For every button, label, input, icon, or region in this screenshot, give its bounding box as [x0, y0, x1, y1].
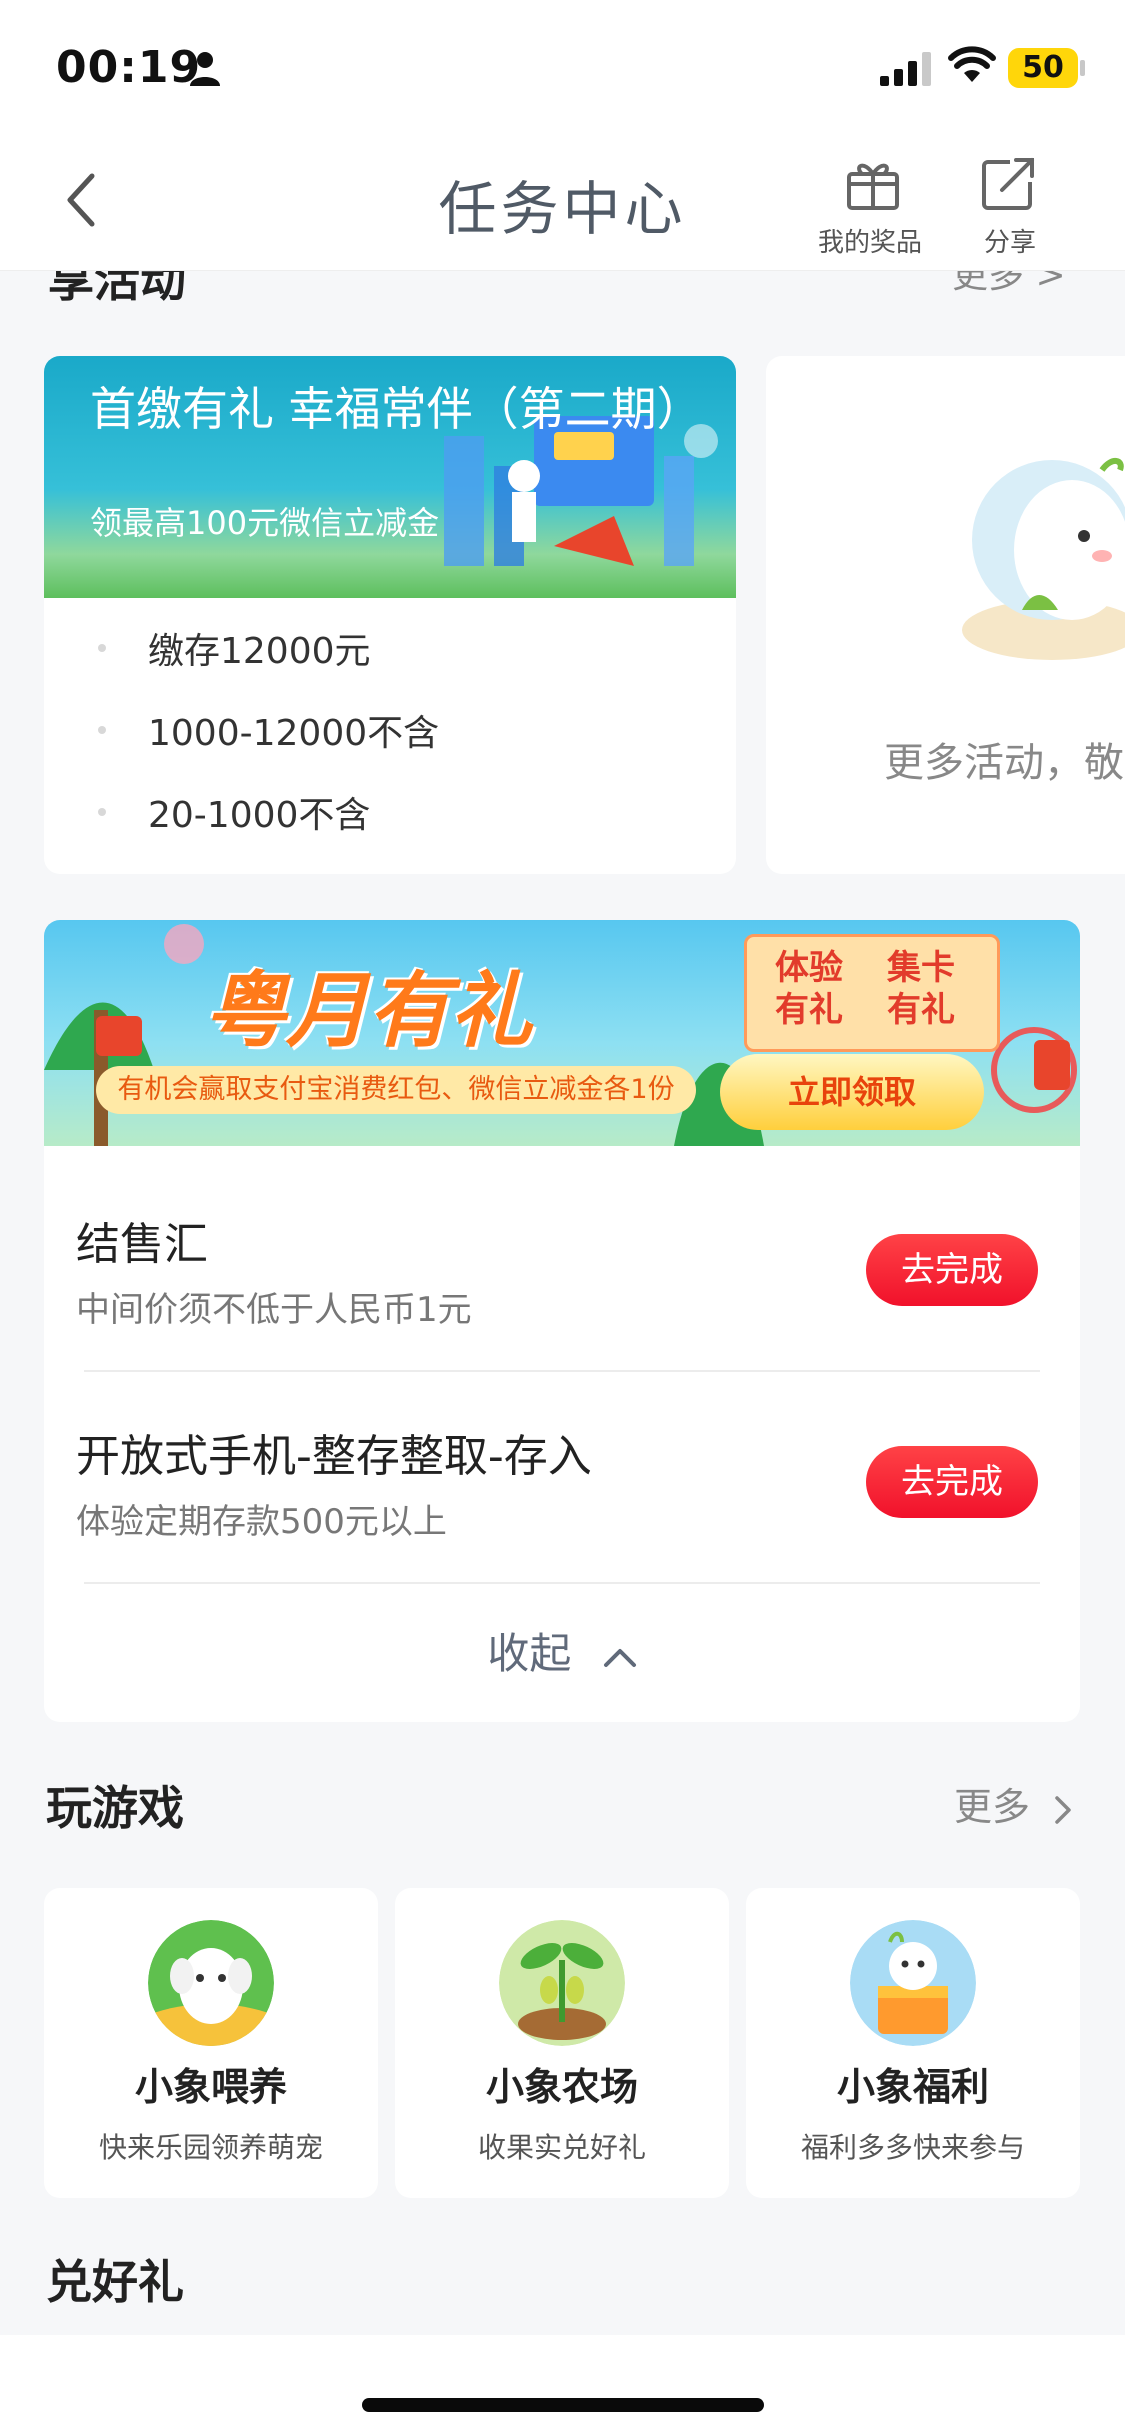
more-activities-text: 更多活动，敬	[884, 740, 1124, 786]
banner-next-icon[interactable]	[684, 424, 718, 458]
game-name: 小象喂养	[134, 2065, 287, 2109]
activity-item: 1000-12000不含	[148, 713, 440, 754]
activity-item: 20-1000不含	[148, 795, 371, 836]
task-title: 开放式手机-整存整取-存入	[76, 1431, 592, 1482]
games-more-label: 更多	[954, 1785, 1031, 1829]
gift-icon[interactable]	[844, 156, 902, 212]
games-more-link[interactable]: 更多	[954, 1776, 1072, 1831]
promo-banner[interactable]: 粤月有礼 有机会赢取支付宝消费红包、微信立减金各1份 体验有礼 集卡有礼 立即领…	[44, 920, 1080, 1146]
cellular-signal-icon	[880, 52, 931, 86]
game-card[interactable]: 小象喂养 快来乐园领养萌宠	[44, 1888, 378, 2198]
complete-task-button[interactable]: 去完成	[866, 1446, 1038, 1518]
home-indicator-area	[0, 2335, 1125, 2436]
bean-sprout-icon	[499, 1920, 625, 2046]
promo-card-badges: 体验有礼 集卡有礼	[744, 934, 1000, 1052]
collapse-button[interactable]: 收起	[44, 1620, 1080, 1681]
game-name: 小象福利	[836, 2065, 989, 2109]
share-label[interactable]: 分享	[984, 222, 1036, 259]
activity-item: 缴存12000元	[148, 631, 371, 672]
game-card[interactable]: 小象农场 收果实兑好礼	[395, 1888, 729, 2198]
game-name: 小象农场	[485, 2065, 638, 2109]
battery-level: 50	[1022, 50, 1064, 85]
person-icon	[190, 52, 220, 86]
complete-task-button[interactable]: 去完成	[866, 1234, 1038, 1306]
divider	[84, 1582, 1040, 1584]
list-dot	[98, 726, 106, 734]
activity-card[interactable]: 首缴有礼 幸福常伴（第二期） 领最高100元微信立减金 缴存12000元 100…	[44, 356, 736, 874]
promo-badge-left: 体验有礼	[775, 948, 843, 1030]
more-activities-card[interactable]: 更多活动，敬	[766, 356, 1125, 874]
list-dot	[98, 808, 106, 816]
wifi-icon	[948, 46, 996, 82]
divider	[84, 1370, 1040, 1372]
back-arrow-icon[interactable]	[62, 170, 98, 230]
list-dot	[98, 644, 106, 652]
task-title: 结售汇	[76, 1219, 208, 1270]
battery-tip	[1080, 60, 1085, 76]
page-title: 任务中心	[438, 175, 687, 243]
battery-indicator: 50	[1008, 48, 1078, 88]
task-description: 中间价须不低于人民币1元	[76, 1290, 472, 1330]
game-description: 收果实兑好礼	[477, 2131, 646, 2164]
status-time: 00:19	[56, 42, 202, 93]
activity-banner-subtitle: 领最高100元微信立减金	[90, 504, 440, 542]
home-indicator[interactable]	[362, 2398, 764, 2412]
exchange-section-title: 兑好礼	[46, 2255, 184, 2309]
task-card: 粤月有礼 有机会赢取支付宝消费红包、微信立减金各1份 体验有礼 集卡有礼 立即领…	[44, 920, 1080, 1722]
elephant-mascot-icon	[962, 458, 1125, 660]
elephant-feed-icon	[148, 1920, 274, 2046]
activity-banner[interactable]: 首缴有礼 幸福常伴（第二期） 领最高100元微信立减金	[44, 356, 736, 598]
share-icon[interactable]	[980, 156, 1038, 212]
promo-subtitle: 有机会赢取支付宝消费红包、微信立减金各1份	[96, 1066, 696, 1114]
activity-banner-title: 首缴有礼 幸福常伴（第二期）	[90, 382, 703, 436]
task-description: 体验定期存款500元以上	[76, 1502, 447, 1542]
promo-badge-right: 集卡有礼	[887, 948, 955, 1030]
claim-now-button[interactable]: 立即领取	[720, 1054, 984, 1130]
chevron-up-icon	[603, 1648, 636, 1667]
game-description: 福利多多快来参与	[800, 2131, 1025, 2164]
game-card[interactable]: 小象福利 福利多多快来参与	[746, 1888, 1080, 2198]
my-prizes-label[interactable]: 我的奖品	[818, 222, 922, 259]
elephant-gift-icon	[850, 1920, 976, 2046]
chevron-right-icon	[1055, 1795, 1071, 1824]
game-description: 快来乐园领养萌宠	[98, 2131, 323, 2164]
promo-title: 粤月有礼	[204, 964, 532, 1059]
games-section-title: 玩游戏	[46, 1781, 184, 1835]
collapse-label: 收起	[487, 1629, 572, 1678]
